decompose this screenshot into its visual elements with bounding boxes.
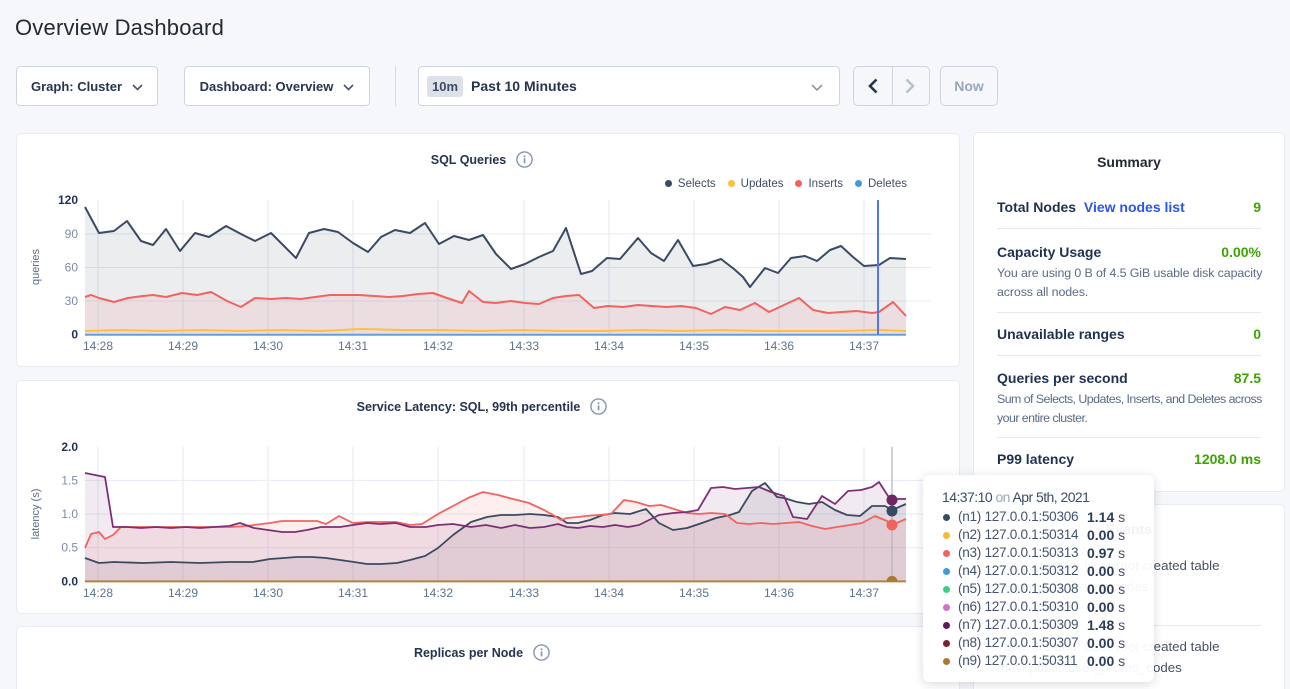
svg-text:1.5: 1.5	[61, 473, 78, 487]
svg-text:1.0: 1.0	[61, 507, 78, 521]
svg-text:14:37: 14:37	[849, 339, 879, 353]
svg-text:14:37: 14:37	[849, 586, 879, 600]
svg-text:30: 30	[65, 294, 79, 308]
svg-text:2.0: 2.0	[61, 440, 78, 454]
svg-text:14:29: 14:29	[168, 586, 198, 600]
svg-text:0: 0	[71, 328, 78, 342]
svg-text:14:34: 14:34	[594, 339, 624, 353]
svg-text:14:36: 14:36	[764, 339, 794, 353]
svg-text:90: 90	[65, 227, 79, 241]
svg-text:14:35: 14:35	[679, 339, 709, 353]
svg-text:14:30: 14:30	[253, 339, 283, 353]
svg-text:14:33: 14:33	[509, 339, 539, 353]
svg-text:60: 60	[65, 261, 79, 275]
svg-text:14:32: 14:32	[423, 586, 453, 600]
svg-text:14:34: 14:34	[594, 586, 624, 600]
svg-text:120: 120	[58, 193, 78, 207]
svg-text:14:30: 14:30	[253, 586, 283, 600]
svg-text:14:29: 14:29	[168, 339, 198, 353]
svg-text:14:35: 14:35	[679, 586, 709, 600]
svg-text:14:32: 14:32	[423, 339, 453, 353]
svg-text:14:28: 14:28	[83, 339, 113, 353]
svg-text:0.0: 0.0	[61, 574, 78, 588]
svg-text:latency (s): latency (s)	[30, 489, 42, 540]
svg-text:queries: queries	[30, 248, 42, 285]
svg-text:0.5: 0.5	[61, 541, 78, 555]
svg-text:14:28: 14:28	[83, 586, 113, 600]
svg-text:14:33: 14:33	[509, 586, 539, 600]
svg-text:14:31: 14:31	[338, 339, 368, 353]
svg-text:14:36: 14:36	[764, 586, 794, 600]
svg-text:14:31: 14:31	[338, 586, 368, 600]
